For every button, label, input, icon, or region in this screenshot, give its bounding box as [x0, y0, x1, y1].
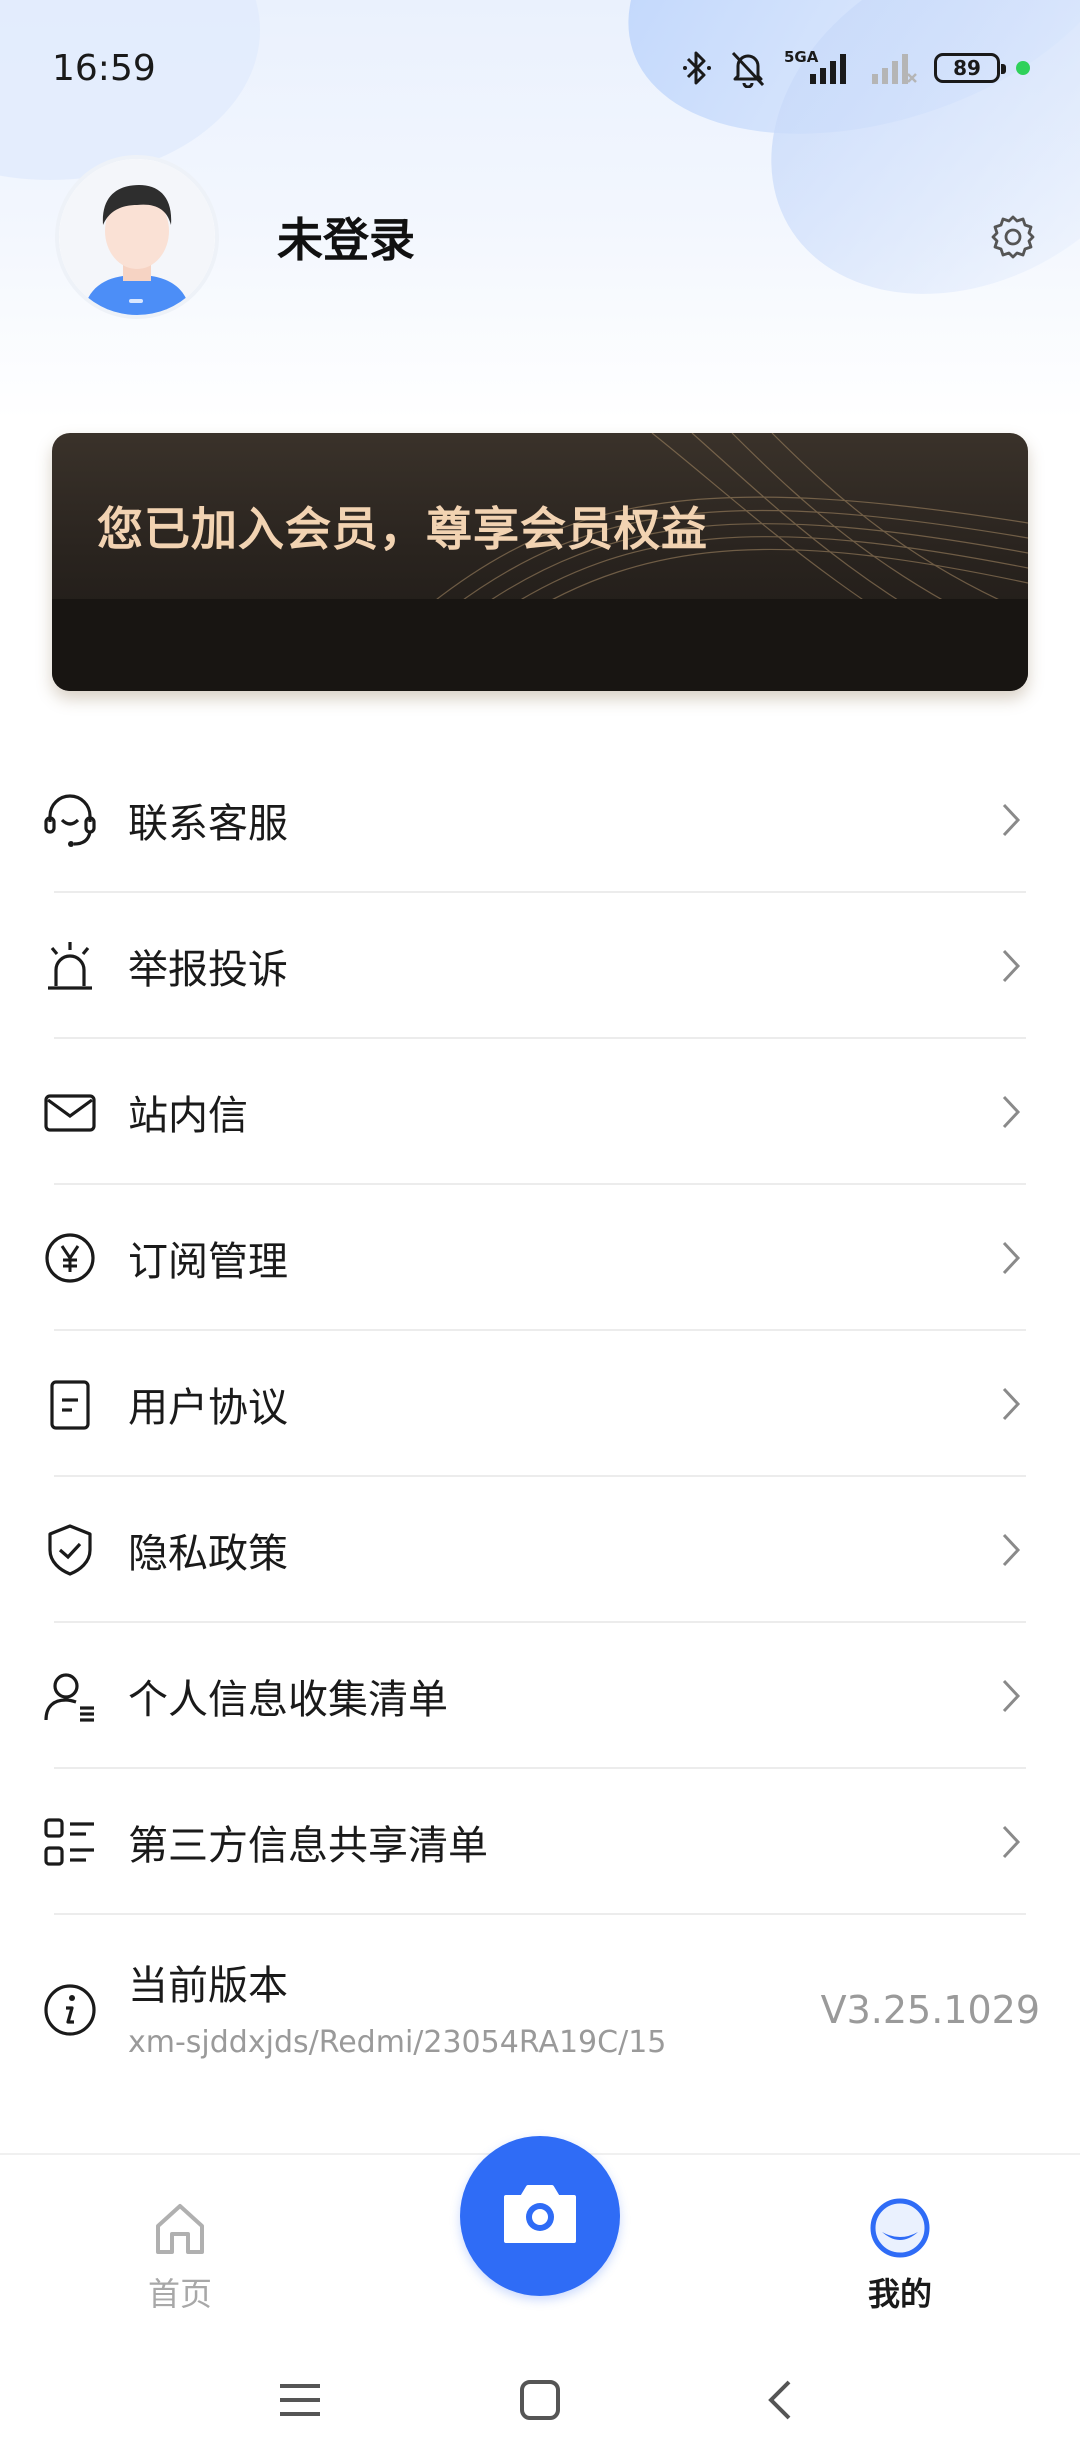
back-icon[interactable] [750, 2370, 810, 2430]
chevron-right-icon [996, 800, 1026, 840]
menu-item-privacy-policy[interactable]: 隐私政策 [0, 1477, 1080, 1623]
yen-icon [38, 1226, 102, 1290]
home-square-icon[interactable] [510, 2370, 570, 2430]
menu-item-label: 隐私政策 [128, 1531, 288, 1577]
menu-item-version[interactable]: 当前版本 xm-sjddxjds/Redmi/23054RA19C/15 V3.… [0, 1915, 1080, 2105]
signal-icon [870, 48, 918, 88]
user-list-icon [38, 1664, 102, 1728]
status-time: 16:59 [52, 47, 156, 89]
menu-item-label: 站内信 [128, 1093, 248, 1139]
chevron-right-icon [996, 1384, 1026, 1424]
chevron-right-icon [996, 1822, 1026, 1862]
chevron-right-icon [996, 946, 1026, 986]
menu-list: 联系客服 举报投诉 站内信 订阅管理 用户协议 隐私政策 个人信息收集清单 第三… [0, 747, 1080, 2105]
chevron-right-icon [996, 1530, 1026, 1570]
nav-mine[interactable]: 我的 [800, 2193, 1000, 2315]
profile-icon [800, 2193, 1000, 2263]
grid-list-icon [38, 1810, 102, 1874]
shield-check-icon [38, 1518, 102, 1582]
menu-item-label: 个人信息收集清单 [128, 1677, 448, 1723]
mail-icon [38, 1080, 102, 1144]
menu-item-label: 订阅管理 [128, 1239, 288, 1285]
menu-item-personal-info-list[interactable]: 个人信息收集清单 [0, 1623, 1080, 1769]
mute-icon [728, 48, 768, 88]
network-label: 5GA [784, 48, 819, 66]
bluetooth-icon [682, 48, 712, 88]
avatar[interactable] [55, 155, 219, 319]
menu-item-inbox[interactable]: 站内信 [0, 1039, 1080, 1185]
profile-header: 未登录 [55, 155, 1040, 319]
status-bar: 16:59 5GA 89 [0, 0, 1080, 136]
menu-item-label: 举报投诉 [128, 947, 288, 993]
vip-banner-text: 您已加入会员，尊享会员权益 [97, 502, 708, 556]
camera-button[interactable] [460, 2136, 620, 2296]
version-number: V3.25.1029 [820, 1988, 1040, 2032]
menu-item-label: 联系客服 [128, 801, 288, 847]
login-status[interactable]: 未登录 [277, 204, 415, 270]
info-icon [38, 1978, 102, 2042]
battery-icon: 89 [934, 53, 1006, 83]
chevron-right-icon [996, 1676, 1026, 1716]
camera-icon [500, 2179, 580, 2253]
menu-item-third-party-list[interactable]: 第三方信息共享清单 [0, 1769, 1080, 1915]
alarm-icon [38, 934, 102, 998]
nav-mine-label: 我的 [867, 2275, 932, 2313]
signal-icon: 5GA [784, 48, 854, 88]
menu-icon[interactable] [270, 2370, 330, 2430]
document-icon [38, 1372, 102, 1436]
headset-icon [38, 788, 102, 852]
nav-home-label: 首页 [147, 2275, 212, 2313]
chevron-right-icon [996, 1238, 1026, 1278]
status-icons: 5GA 89 [682, 48, 1030, 88]
menu-item-subscription[interactable]: 订阅管理 [0, 1185, 1080, 1331]
menu-item-label: 用户协议 [128, 1385, 288, 1431]
version-build: xm-sjddxjds/Redmi/23054RA19C/15 [128, 2025, 667, 2060]
gear-icon[interactable] [986, 210, 1040, 264]
nav-home[interactable]: 首页 [80, 2193, 280, 2315]
menu-item-label: 第三方信息共享清单 [128, 1823, 488, 1869]
menu-item-customer-service[interactable]: 联系客服 [0, 747, 1080, 893]
vip-banner[interactable]: 您已加入会员，尊享会员权益 [52, 433, 1028, 691]
system-nav-bar [0, 2340, 1080, 2460]
dot-icon [1016, 61, 1030, 75]
version-label: 当前版本 [128, 1963, 288, 2009]
home-icon [80, 2193, 280, 2263]
menu-item-report[interactable]: 举报投诉 [0, 893, 1080, 1039]
chevron-right-icon [996, 1092, 1026, 1132]
menu-item-user-agreement[interactable]: 用户协议 [0, 1331, 1080, 1477]
